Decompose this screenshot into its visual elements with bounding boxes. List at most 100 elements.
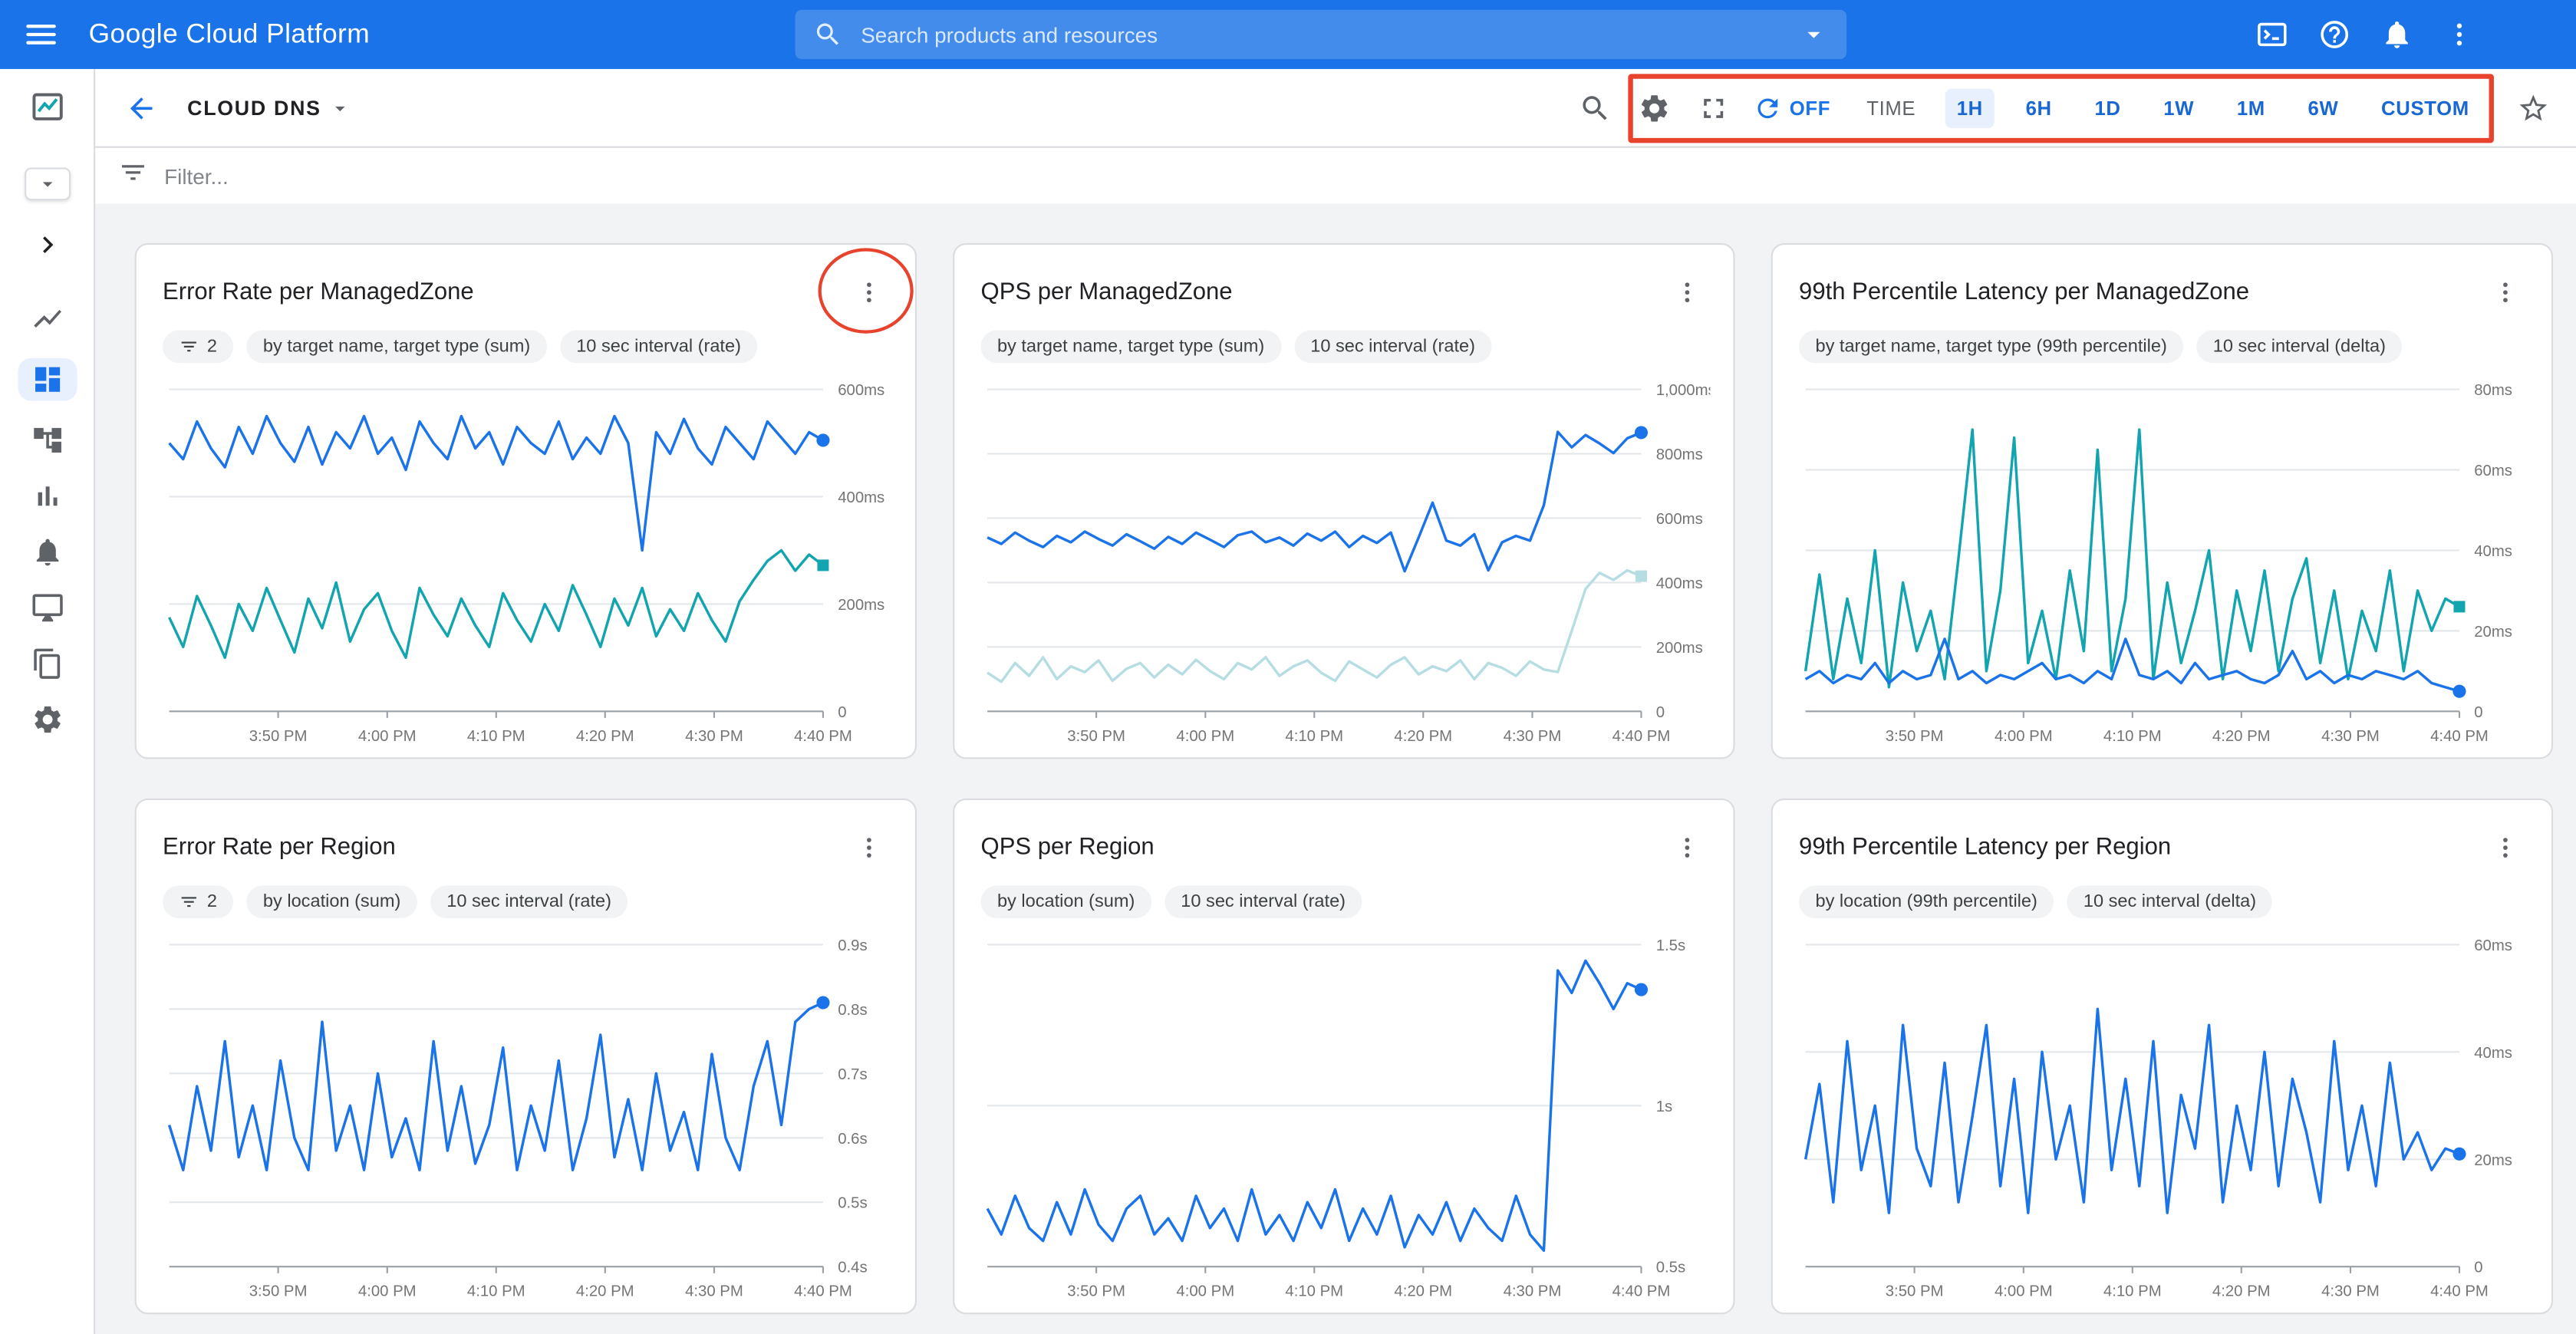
svg-text:0: 0 <box>838 704 846 721</box>
svg-text:3:50 PM: 3:50 PM <box>1886 728 1944 745</box>
search-icon <box>809 15 848 54</box>
time-range-1w[interactable]: 1W <box>2152 89 2205 128</box>
sidebar-expand-chevron-icon[interactable] <box>32 230 62 260</box>
monitoring-logo-icon[interactable] <box>28 89 64 125</box>
interval-chip[interactable]: 10 sec interval (rate) <box>1294 330 1492 363</box>
aggregation-chip[interactable]: by location (99th percentile) <box>1799 885 2054 918</box>
sidebar-item-settings[interactable] <box>31 703 64 736</box>
svg-text:4:40 PM: 4:40 PM <box>1612 1283 1671 1300</box>
svg-text:4:00 PM: 4:00 PM <box>1176 1283 1234 1300</box>
page-title: CLOUD DNS <box>187 96 321 119</box>
notifications-bell-icon[interactable] <box>2377 15 2416 54</box>
aggregation-chip[interactable]: by location (sum) <box>981 885 1151 918</box>
search-input[interactable] <box>861 22 1794 47</box>
interval-chip[interactable]: 10 sec interval (rate) <box>430 885 628 918</box>
line-chart[interactable]: 1,000ms800ms600ms400ms200ms03:50 PM4:00 … <box>981 373 1711 760</box>
sidebar-item-groups[interactable] <box>31 647 64 680</box>
aggregation-chip[interactable]: by target name, target type (sum) <box>247 330 547 363</box>
card-chips: by location (sum) 10 sec interval (rate) <box>981 885 1708 918</box>
filter-icon <box>118 157 148 195</box>
card-kebab-menu-icon[interactable] <box>849 828 888 867</box>
svg-text:0.7s: 0.7s <box>838 1066 867 1083</box>
svg-text:60ms: 60ms <box>2474 463 2512 479</box>
filter-count-chip[interactable]: 2 <box>163 885 233 918</box>
svg-text:0.5s: 0.5s <box>1656 1260 1685 1276</box>
svg-text:3:50 PM: 3:50 PM <box>1067 1283 1125 1300</box>
svg-text:0: 0 <box>1656 704 1665 721</box>
svg-text:4:40 PM: 4:40 PM <box>794 1283 852 1300</box>
card-qps-per-managedzone: QPS per ManagedZone by target name, targ… <box>953 243 1734 759</box>
svg-text:4:30 PM: 4:30 PM <box>685 728 743 745</box>
aggregation-chip[interactable]: by target name, target type (sum) <box>981 330 1281 363</box>
dashboard-title-dropdown[interactable]: CLOUD DNS <box>187 96 351 119</box>
interval-chip[interactable]: 10 sec interval (rate) <box>560 330 758 363</box>
svg-text:1.5s: 1.5s <box>1656 937 1685 954</box>
dashboard-toolbar: CLOUD DNS OFF TIME 1H 6H 1D 1W 1M <box>95 69 2576 148</box>
svg-text:4:00 PM: 4:00 PM <box>1995 1283 2053 1300</box>
time-range-custom[interactable]: CUSTOM <box>2370 89 2481 128</box>
card-kebab-menu-icon[interactable] <box>1668 828 1707 867</box>
menu-icon[interactable] <box>7 0 76 69</box>
card-error-rate-per-region: Error Rate per Region 2 by location (sum… <box>135 799 917 1314</box>
auto-refresh-toggle[interactable]: OFF <box>1754 94 1830 124</box>
svg-text:4:20 PM: 4:20 PM <box>2212 1283 2271 1300</box>
time-range-6h[interactable]: 6H <box>2014 89 2064 128</box>
favorite-star-icon[interactable] <box>2514 89 2553 128</box>
metric-search-icon[interactable] <box>1576 89 1615 128</box>
svg-text:20ms: 20ms <box>2474 1152 2512 1169</box>
card-99th-percentile-latency-per-region: 99th Percentile Latency per Region by lo… <box>1771 799 2553 1314</box>
svg-text:400ms: 400ms <box>838 489 884 506</box>
back-arrow-icon[interactable] <box>121 88 160 127</box>
svg-text:4:20 PM: 4:20 PM <box>2212 728 2271 745</box>
sidebar-item-dashboards[interactable] <box>17 358 76 401</box>
global-search[interactable] <box>796 10 1847 59</box>
card-title: 99th Percentile Latency per Region <box>1799 835 2171 861</box>
filter-input[interactable] <box>164 163 657 188</box>
card-kebab-menu-icon[interactable] <box>2485 273 2525 312</box>
refresh-icon <box>1754 94 1784 124</box>
svg-text:4:10 PM: 4:10 PM <box>2103 1283 2162 1300</box>
svg-text:200ms: 200ms <box>838 597 884 614</box>
filter-count-chip[interactable]: 2 <box>163 330 233 363</box>
time-range-1h[interactable]: 1H <box>1945 89 1995 128</box>
refresh-off-label: OFF <box>1790 97 1830 120</box>
svg-text:4:30 PM: 4:30 PM <box>1504 1283 1562 1300</box>
aggregation-chip[interactable]: by location (sum) <box>247 885 417 918</box>
sidebar-item-services[interactable] <box>31 424 64 457</box>
dashboard-settings-gear-icon[interactable] <box>1635 89 1674 128</box>
aggregation-chip[interactable]: by target name, target type (99th percen… <box>1799 330 2183 363</box>
sidebar-item-uptime-checks[interactable] <box>31 591 64 624</box>
interval-chip[interactable]: 10 sec interval (delta) <box>2196 330 2402 363</box>
card-title: 99th Percentile Latency per ManagedZone <box>1799 279 2249 305</box>
svg-text:40ms: 40ms <box>2474 1045 2512 1062</box>
time-range-6w[interactable]: 6W <box>2297 89 2350 128</box>
sidebar-item-integrations[interactable] <box>31 479 64 512</box>
line-chart[interactable]: 600ms400ms200ms03:50 PM4:00 PM4:10 PM4:2… <box>163 373 892 760</box>
cloud-shell-icon[interactable] <box>2252 15 2291 54</box>
card-title: QPS per ManagedZone <box>981 279 1233 305</box>
svg-text:4:10 PM: 4:10 PM <box>467 728 525 745</box>
svg-text:60ms: 60ms <box>2474 937 2512 954</box>
interval-chip[interactable]: 10 sec interval (delta) <box>2067 885 2272 918</box>
card-kebab-menu-icon[interactable] <box>2485 828 2525 867</box>
svg-text:4:30 PM: 4:30 PM <box>1504 728 1562 745</box>
line-chart[interactable]: 1.5s1s0.5s3:50 PM4:00 PM4:10 PM4:20 PM4:… <box>981 928 1711 1316</box>
line-chart[interactable]: 80ms60ms40ms20ms03:50 PM4:00 PM4:10 PM4:… <box>1799 373 2528 760</box>
sidebar-item-alerting[interactable] <box>31 535 64 568</box>
line-chart[interactable]: 0.9s0.8s0.7s0.6s0.5s0.4s3:50 PM4:00 PM4:… <box>163 928 892 1316</box>
help-icon[interactable] <box>2315 15 2354 54</box>
time-range-1d[interactable]: 1D <box>2083 89 2132 128</box>
interval-chip[interactable]: 10 sec interval (rate) <box>1164 885 1362 918</box>
line-chart[interactable]: 60ms40ms20ms03:50 PM4:00 PM4:10 PM4:20 P… <box>1799 928 2528 1316</box>
app-title: Google Cloud Platform <box>89 19 370 51</box>
sidebar-collapse-dropdown-button[interactable] <box>24 167 70 200</box>
fullscreen-icon[interactable] <box>1695 89 1734 128</box>
card-kebab-menu-icon[interactable] <box>849 273 888 312</box>
svg-text:0.5s: 0.5s <box>838 1195 867 1212</box>
search-chevron-down-icon[interactable] <box>1794 15 1833 54</box>
card-kebab-menu-icon[interactable] <box>1668 273 1707 312</box>
more-options-kebab-icon[interactable] <box>2439 15 2479 54</box>
sidebar-item-metrics-explorer[interactable] <box>31 302 64 335</box>
svg-text:800ms: 800ms <box>1656 446 1703 463</box>
time-range-1m[interactable]: 1M <box>2225 89 2277 128</box>
